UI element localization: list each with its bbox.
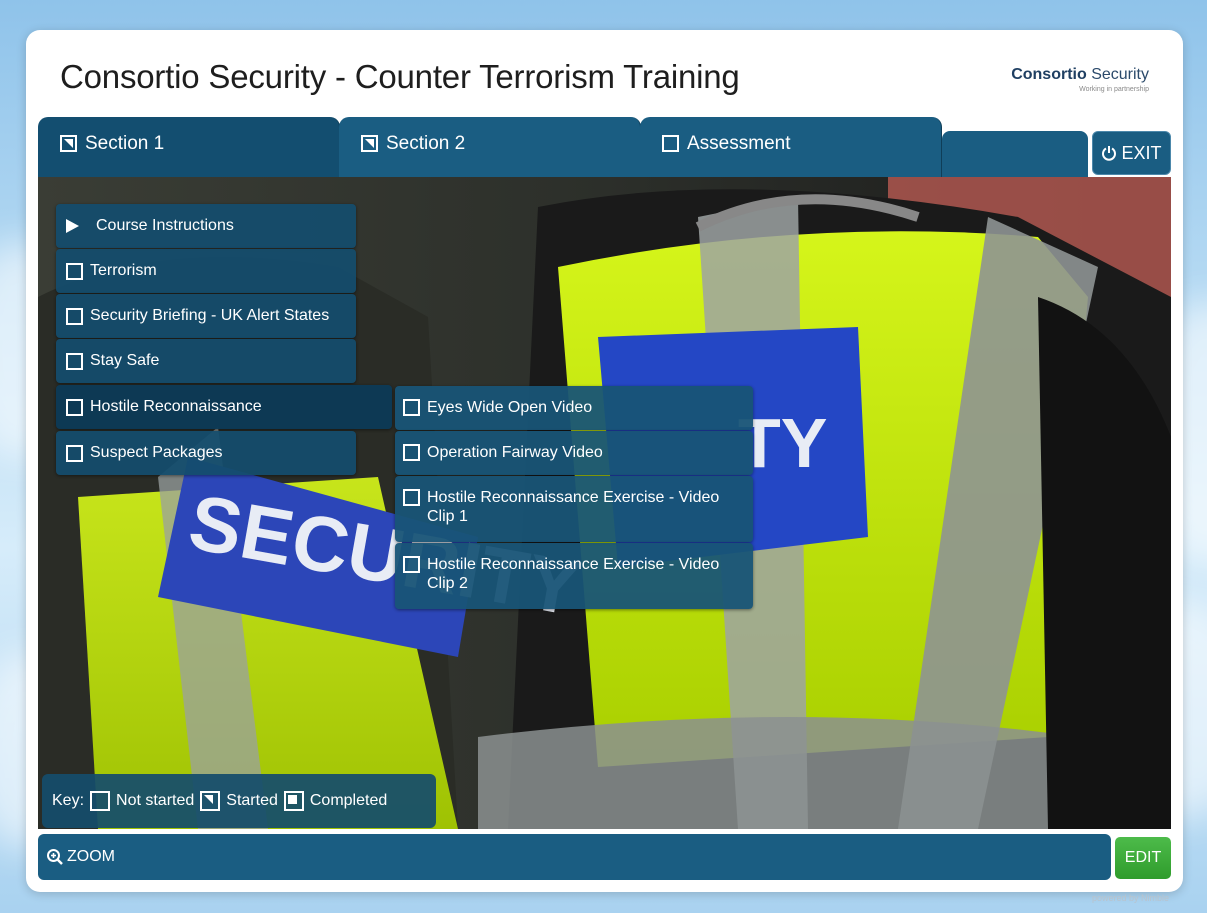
checkbox-icon [403,556,420,573]
not-started-icon [90,791,111,811]
submenu-item-label: Operation Fairway Video [427,444,603,461]
menu-item-suspect-packages[interactable]: Suspect Packages [56,431,356,475]
menu-item-terrorism[interactable]: Terrorism [56,249,356,293]
checkbox-icon [66,262,83,280]
logo-brand: Consortio [1011,66,1087,83]
submenu-item-recon-clip-2[interactable]: Hostile Reconnaissance Exercise - Video … [395,543,753,609]
key-completed: Completed [309,792,388,809]
exit-button[interactable]: EXIT [1092,131,1171,175]
powered-by: powered by Nimble [1091,893,1169,903]
menu-item-label: Hostile Reconnaissance [90,398,262,415]
checkbox-icon [66,352,83,370]
submenu-item-recon-clip-1[interactable]: Hostile Reconnaissance Exercise - Video … [395,476,753,542]
checkbox-icon [66,444,83,462]
tab-label: Section 2 [386,133,466,154]
started-status-icon [361,135,378,152]
section-tabs: Section 1 Section 2 Assessment EXIT [38,117,1171,177]
submenu-item-operation-fairway[interactable]: Operation Fairway Video [395,431,753,475]
menu-item-course-instructions[interactable]: Course Instructions [56,204,356,248]
menu-item-stay-safe[interactable]: Stay Safe [56,339,356,383]
menu-item-label: Suspect Packages [90,444,223,461]
checkbox-icon [66,398,83,416]
menu-item-label: Terrorism [90,262,157,279]
started-status-icon [60,135,77,152]
submenu-item-label: Eyes Wide Open Video [427,399,593,416]
key-started: Started [226,792,278,809]
submenu-item-eyes-wide-open[interactable]: Eyes Wide Open Video [395,386,753,430]
not-started-status-icon [662,135,679,152]
logo-suffix: Security [1091,66,1149,83]
power-icon [1102,146,1117,161]
menu-item-label: Stay Safe [90,352,160,369]
submenu-item-label: Hostile Reconnaissance Exercise - Video … [427,556,720,592]
checkbox-icon [403,489,420,506]
brand-logo: Consortio Security Working in partnershi… [1011,66,1149,93]
menu-item-security-briefing[interactable]: Security Briefing - UK Alert States [56,294,356,338]
menu-item-label: Course Instructions [96,217,234,234]
submenu-item-label: Hostile Reconnaissance Exercise - Video … [427,489,720,525]
page-title: Consortio Security - Counter Terrorism T… [60,58,740,95]
logo-tagline: Working in partnership [1079,86,1149,93]
edit-button[interactable]: EDIT [1115,837,1171,879]
started-icon [200,791,221,811]
exit-label: EXIT [1121,142,1162,163]
checkbox-icon [403,444,420,461]
tab-section-2[interactable]: Section 2 [339,117,641,177]
menu-item-label: Security Briefing - UK Alert States [90,307,330,324]
play-icon [66,219,79,233]
tab-label: Assessment [687,133,791,154]
zoom-in-icon [47,849,63,865]
tab-filler [942,131,1088,177]
tab-assessment[interactable]: Assessment [640,117,942,177]
tab-label: Section 1 [85,133,165,154]
key-not-started: Not started [116,792,195,809]
tab-section-1[interactable]: Section 1 [38,117,340,177]
bottom-toolbar: ZOOM [38,834,1111,880]
key-label: Key: [52,792,85,809]
status-key: Key: Not started Started Completed [42,774,436,828]
completed-icon [283,791,304,811]
checkbox-icon [403,399,420,416]
menu-item-hostile-reconnaissance[interactable]: Hostile Reconnaissance [56,385,392,429]
checkbox-icon [66,307,83,325]
zoom-label: ZOOM [67,848,115,865]
zoom-button[interactable]: ZOOM [46,848,115,866]
